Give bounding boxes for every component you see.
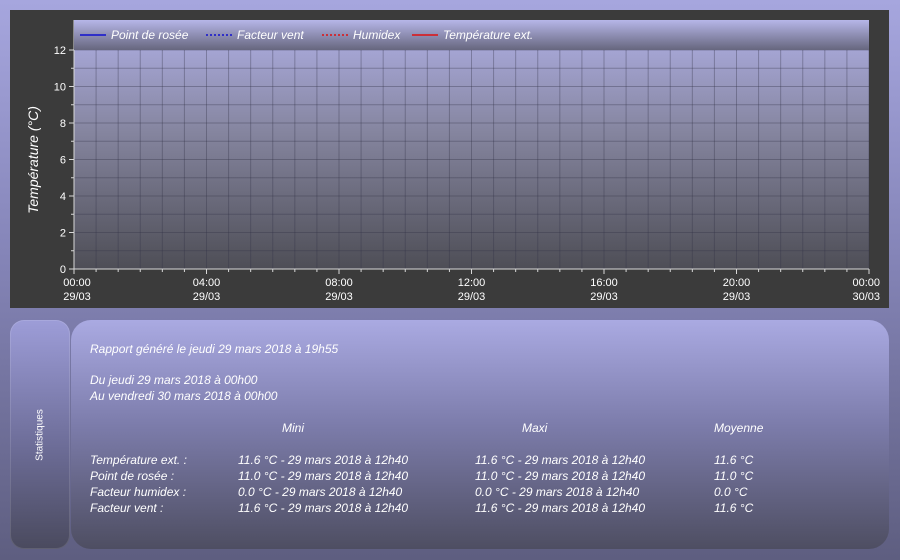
row-maxi: 11.6 °C - 29 mars 2018 à 12h40 — [475, 501, 646, 515]
statistics-tab[interactable]: Statistiques — [10, 320, 70, 549]
x-tick-label: 29/03 — [723, 291, 751, 303]
x-tick-label: 20:00 — [723, 277, 751, 289]
legend-label: Point de rosée — [111, 28, 189, 42]
header-mini: Mini — [282, 421, 305, 435]
x-tick-label: 08:00 — [325, 277, 353, 289]
x-tick-label: 12:00 — [458, 277, 486, 289]
x-axis-ticks: 00:00 29/03 04:00 29/03 08:00 29/03 12:00 29/03… — [63, 269, 880, 303]
legend-label: Température ext. — [443, 28, 533, 42]
x-tick-label: 29/03 — [458, 291, 486, 303]
legend-label: Facteur vent — [237, 28, 304, 42]
row-label: Température ext. : — [90, 453, 187, 467]
x-tick-label: 04:00 — [193, 277, 221, 289]
x-tick-label: 29/03 — [63, 291, 91, 303]
header-moyenne: Moyenne — [714, 421, 764, 435]
report-period-from: Du jeudi 29 mars 2018 à 00h00 — [90, 373, 258, 387]
header-maxi: Maxi — [522, 421, 548, 435]
y-axis-ticks: 0 2 4 6 8 10 12 — [54, 45, 74, 276]
chart-panel: 0 2 4 6 8 10 12 00:00 29/03 04:00 29/03 08:00 29/03… — [10, 10, 889, 308]
row-label: Facteur humidex : — [90, 485, 187, 499]
temperature-chart: 0 2 4 6 8 10 12 00:00 29/03 04:00 29/03 08:00 29/03… — [25, 20, 880, 303]
x-tick-label: 00:00 — [852, 277, 880, 289]
row-maxi: 11.0 °C - 29 mars 2018 à 12h40 — [475, 469, 646, 483]
row-mini: 11.6 °C - 29 mars 2018 à 12h40 — [238, 453, 409, 467]
x-tick-label: 29/03 — [193, 291, 221, 303]
x-tick-label: 29/03 — [325, 291, 353, 303]
y-tick-label: 12 — [54, 45, 66, 57]
row-mini: 11.0 °C - 29 mars 2018 à 12h40 — [238, 469, 409, 483]
y-tick-label: 10 — [54, 82, 66, 94]
row-mini: 11.6 °C - 29 mars 2018 à 12h40 — [238, 501, 409, 515]
row-label: Point de rosée : — [90, 469, 175, 483]
row-maxi: 11.6 °C - 29 mars 2018 à 12h40 — [475, 453, 646, 467]
row-moyenne: 11.0 °C — [714, 469, 754, 483]
row-mini: 0.0 °C - 29 mars 2018 à 12h40 — [238, 485, 403, 499]
row-moyenne: 11.6 °C — [714, 453, 754, 467]
statistics-report: Rapport généré le jeudi 29 mars 2018 à 1… — [71, 320, 889, 549]
y-tick-label: 2 — [60, 228, 66, 240]
x-tick-label: 16:00 — [590, 277, 618, 289]
y-tick-label: 4 — [60, 191, 66, 203]
y-axis-label: Température (°C) — [25, 106, 41, 214]
report-period-to: Au vendredi 30 mars 2018 à 00h00 — [90, 389, 278, 403]
row-label: Facteur vent : — [90, 501, 164, 515]
x-tick-label: 30/03 — [852, 291, 880, 303]
statistics-tab-label: Statistiques — [34, 408, 46, 461]
report-generated: Rapport généré le jeudi 29 mars 2018 à 1… — [90, 342, 339, 356]
legend-label: Humidex — [353, 28, 401, 42]
row-maxi: 0.0 °C - 29 mars 2018 à 12h40 — [475, 485, 640, 499]
y-tick-label: 0 — [60, 264, 66, 276]
y-tick-label: 6 — [60, 155, 66, 167]
row-moyenne: 11.6 °C — [714, 501, 754, 515]
x-tick-label: 29/03 — [590, 291, 618, 303]
y-tick-label: 8 — [60, 118, 66, 130]
row-moyenne: 0.0 °C — [714, 485, 748, 499]
x-tick-label: 00:00 — [63, 277, 91, 289]
